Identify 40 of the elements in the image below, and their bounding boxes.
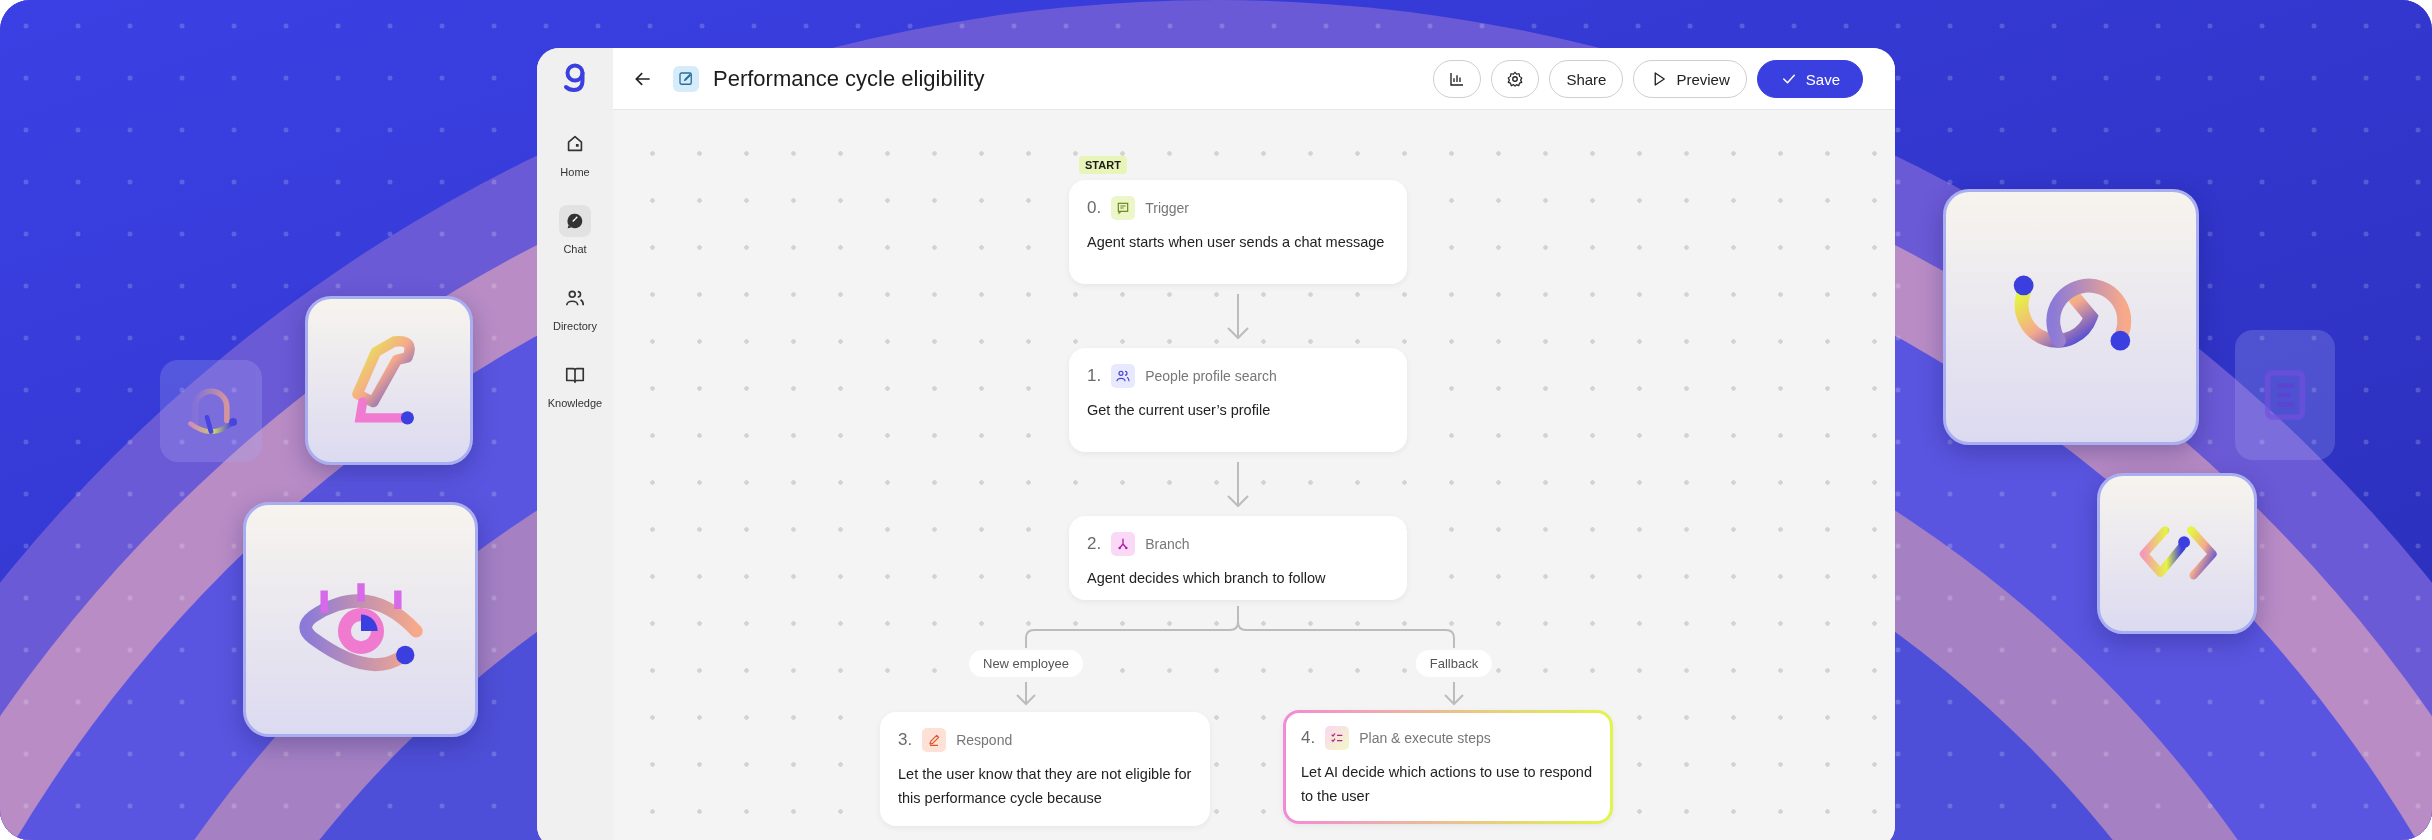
step-description: Agent decides which branch to follow: [1087, 569, 1327, 588]
step-card[interactable]: 4. Plan & execute steps Let AI decide which actions to use to respond to the user: [1283, 710, 1613, 824]
step-type: People profile search: [1145, 368, 1277, 384]
step-description: Agent starts when user sends a chat message: [1087, 233, 1386, 252]
step-number: 1.: [1087, 366, 1102, 386]
arrow: [1227, 461, 1249, 508]
step-type: Plan & execute steps: [1359, 730, 1491, 746]
settings-button[interactable]: [1491, 60, 1540, 98]
analytics-button[interactable]: [1433, 60, 1482, 98]
step-number: 4.: [1301, 728, 1316, 748]
step-card[interactable]: 1. People profile search Get the current user’s profile: [1069, 348, 1407, 452]
preview-button[interactable]: Preview: [1633, 60, 1747, 98]
people-icon: [1115, 368, 1132, 384]
arrow: [1016, 681, 1036, 706]
logo-icon[interactable]: [562, 62, 588, 94]
sidebar-item[interactable]: Knowledge: [547, 359, 603, 409]
branch-label: Fallback: [1415, 650, 1493, 677]
branch-label: New employee: [969, 650, 1083, 677]
step-type: Branch: [1145, 536, 1190, 552]
step-number: 3.: [898, 730, 913, 750]
step-description: Let AI decide which actions to use to respond to the user: [1301, 763, 1593, 806]
page-title: Performance cycle eligibility: [713, 66, 986, 92]
arrow: [1227, 293, 1249, 340]
sidebar-item[interactable]: Directory: [553, 282, 597, 332]
step-card[interactable]: 3. Respond Let the user know that they are not eligible for this performance cycle because: [880, 712, 1210, 826]
step-card[interactable]: 2. Branch Agent decides which branch to follow: [1069, 516, 1407, 600]
sidebar-item[interactable]: Home: [559, 128, 591, 178]
settings-icon: [1506, 70, 1525, 88]
share-button[interactable]: Share: [1549, 60, 1624, 98]
edit-icon[interactable]: [677, 70, 695, 88]
arrow: [1444, 681, 1464, 706]
step-card[interactable]: 0. Trigger Agent starts when user sends a chat message: [1069, 180, 1407, 284]
step-type: Respond: [956, 732, 1013, 748]
step-description: Let the user know that they are not eligible for this performance cycle because: [898, 765, 1192, 808]
start-label: START: [1079, 156, 1127, 174]
save-button[interactable]: Save: [1756, 60, 1863, 98]
step-number: 0.: [1087, 198, 1102, 218]
step-number: 2.: [1087, 534, 1102, 554]
step-type: Trigger: [1145, 200, 1189, 216]
step-description: Get the current user’s profile: [1087, 401, 1272, 420]
